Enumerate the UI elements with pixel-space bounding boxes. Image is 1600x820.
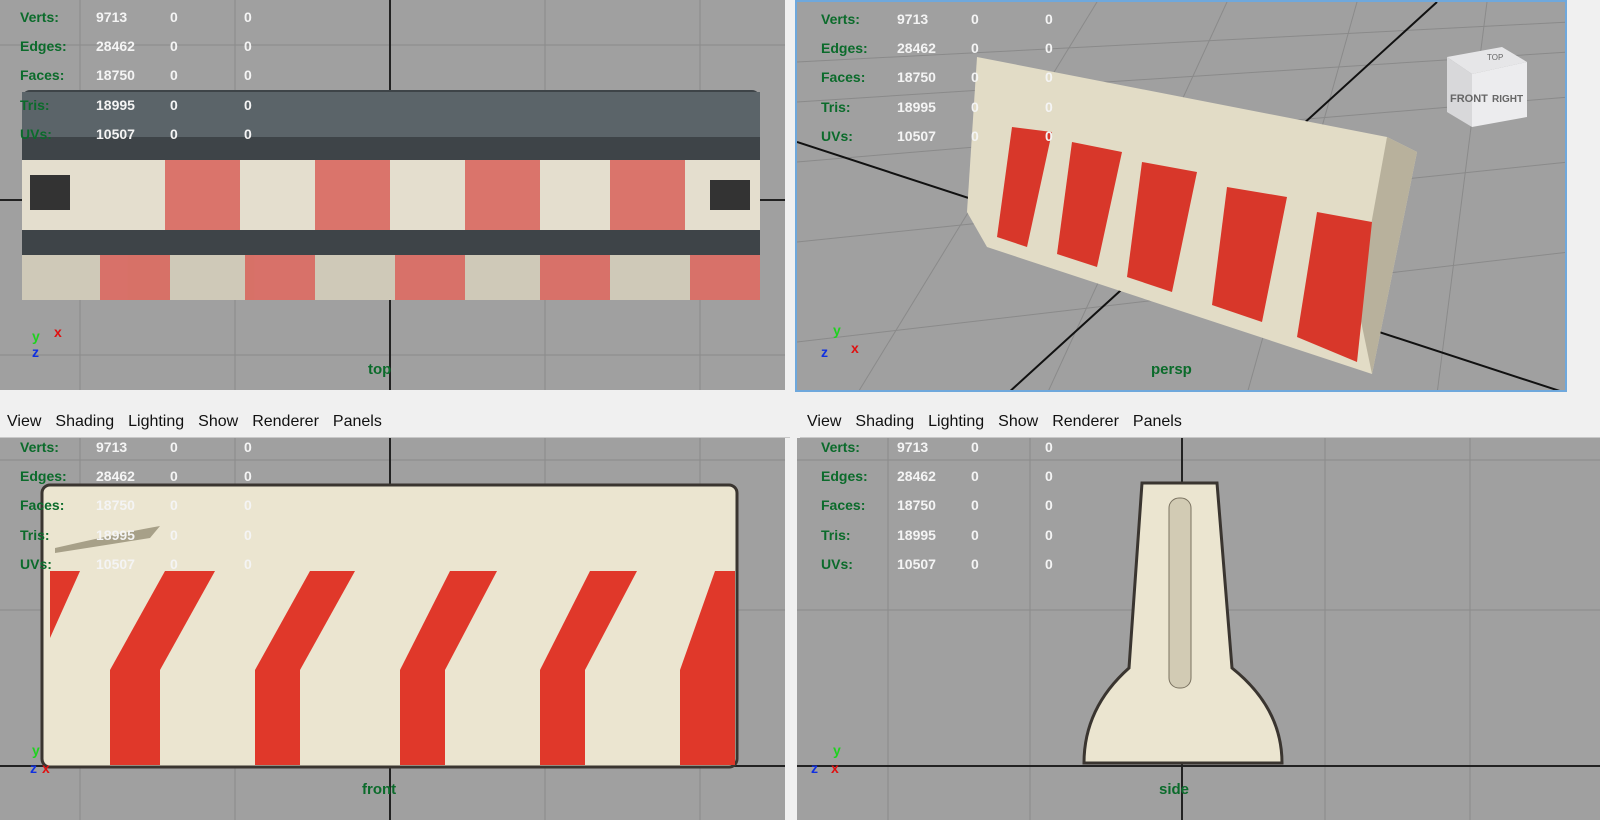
- menu-lighting[interactable]: Lighting: [921, 413, 991, 431]
- menu-panels[interactable]: Panels: [1126, 413, 1189, 431]
- menu-show[interactable]: Show: [991, 413, 1045, 431]
- menu-renderer[interactable]: Renderer: [245, 413, 326, 431]
- menu-shading[interactable]: Shading: [848, 413, 921, 431]
- viewport-menubar-side: View Shading Lighting Show Renderer Pane…: [800, 406, 1600, 438]
- camera-label: side: [1159, 781, 1190, 798]
- viewport-front[interactable]: Verts: 9713 0 0 Edges: 28462 0 0 Faces: 18750 0 0…: [0, 438, 785, 820]
- camera-label: persp: [1151, 361, 1192, 378]
- poly-count-hud: Verts: 9713 0 0 Edges: 28462 0 0 Faces: 18750 0 0…: [20, 8, 252, 143]
- svg-text:TOP: TOP: [1487, 53, 1503, 62]
- poly-count-hud: Verts: 9713 0 0 Edges: 28462 0 0 Faces: 18750 0 0…: [821, 10, 1053, 145]
- viewport-top[interactable]: Verts: 9713 0 0 Edges: 28462 0 0 Faces: 18750 0 0…: [0, 0, 785, 390]
- axis-indicator: y z x: [30, 742, 50, 776]
- viewcube[interactable]: TOP FRONT RIGHT: [1447, 47, 1527, 127]
- menu-show[interactable]: Show: [191, 413, 245, 431]
- svg-text:RIGHT: RIGHT: [1492, 94, 1523, 105]
- camera-label: front: [362, 781, 397, 798]
- viewport-menubar-front: View Shading Lighting Show Renderer Pane…: [0, 406, 790, 438]
- menu-lighting[interactable]: Lighting: [121, 413, 191, 431]
- viewport-side[interactable]: Verts: 9713 0 0 Edges: 28462 0 0 Faces: 18750 0 0…: [797, 438, 1600, 820]
- axis-indicator: y z x: [811, 742, 841, 776]
- menu-shading[interactable]: Shading: [48, 413, 121, 431]
- viewport-persp[interactable]: TOP FRONT RIGHT Verts: 9713 0 0 Edges: 28462…: [795, 0, 1567, 392]
- menu-view[interactable]: View: [800, 413, 848, 431]
- menu-view[interactable]: View: [0, 413, 48, 431]
- poly-count-hud: Verts: 9713 0 0 Edges: 28462 0 0 Faces: 18750 0 0…: [821, 438, 1053, 573]
- axis-indicator: y x z: [32, 324, 62, 360]
- menu-renderer[interactable]: Renderer: [1045, 413, 1126, 431]
- axis-indicator: y z x: [821, 322, 859, 360]
- svg-text:FRONT: FRONT: [1450, 93, 1488, 105]
- poly-count-hud: Verts: 9713 0 0 Edges: 28462 0 0 Faces: 18750 0 0…: [20, 438, 252, 573]
- menu-panels[interactable]: Panels: [326, 413, 389, 431]
- camera-label: top: [368, 361, 392, 378]
